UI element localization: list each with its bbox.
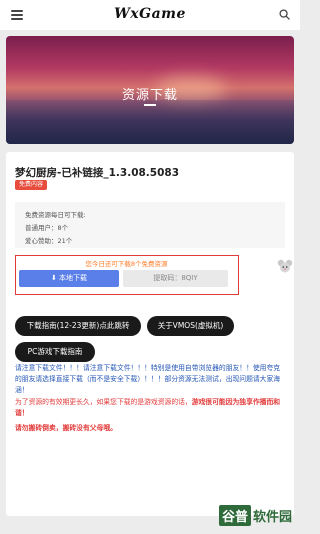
local-download-label: 本地下载 [59, 274, 88, 282]
vmos-info-button[interactable]: 关于VMOS(虚拟机) [147, 316, 234, 336]
extraction-code-value: 8QIY [181, 274, 198, 282]
search-icon[interactable] [279, 9, 290, 20]
download-guide-button[interactable]: 下载指南(12-23更新)点此跳转 [15, 316, 141, 336]
pc-guide-button[interactable]: PC游戏下载指南 [15, 342, 95, 362]
free-badge: 免费内容 [15, 180, 48, 190]
quota-heading: 免费资源每日可下载: [25, 211, 86, 219]
remaining-downloads-notice: 您今日还可下载8个免费资源 [85, 260, 168, 268]
watermark-logo-box: 谷普 [218, 504, 251, 526]
site-watermark: 谷普 软件园 [218, 504, 292, 526]
mouse-mascot-icon[interactable] [277, 259, 293, 273]
download-warning-text: 请注意下载文件！！！请注意下载文件！！！特别是使用自带浏览器的朋友！！使用夸克的… [15, 364, 281, 394]
local-download-button[interactable]: ⬇ 本地下载 [19, 270, 119, 287]
extraction-code-label: 提取码： [153, 274, 182, 282]
banner-underline [144, 104, 156, 106]
sea-overlay [6, 100, 294, 144]
harmony-warning-plain: 为了资源的有效期更长久，如果您下载的是游戏资源的话， [15, 398, 192, 406]
quota-sponsor: 爱心赞助：21个 [25, 237, 73, 245]
resource-card: 梦幻厨房-已补链接_1.3.08.5083 免费内容 免费资源每日可下载: 普通… [6, 152, 294, 516]
download-area: 您今日还可下载8个免费资源 ⬇ 本地下载 提取码：8QIY [15, 255, 239, 295]
quota-normal-user: 普通用户：8个 [25, 224, 69, 232]
extraction-code-button[interactable]: 提取码：8QIY [123, 270, 228, 287]
site-logo[interactable]: WxGame [0, 6, 300, 22]
download-icon: ⬇ [50, 274, 60, 282]
hero-banner: 资源下载 [6, 36, 294, 144]
harmony-warning-text: 为了资源的有效期更长久，如果您下载的是游戏资源的话，游戏很可能因为独享作播而和谐… [15, 397, 285, 419]
banner-title: 资源下载 [121, 88, 178, 103]
watermark-text: 软件园 [252, 509, 292, 525]
top-bar: WxGame [0, 0, 300, 30]
resale-warning-text: 请勿搬砖倒卖，搬砖没有父母哦。 [15, 424, 117, 432]
resource-title: 梦幻厨房-已补链接_1.3.08.5083 [15, 167, 180, 179]
download-quota-box: 免费资源每日可下载: 普通用户：8个 爱心赞助：21个 [15, 202, 285, 248]
